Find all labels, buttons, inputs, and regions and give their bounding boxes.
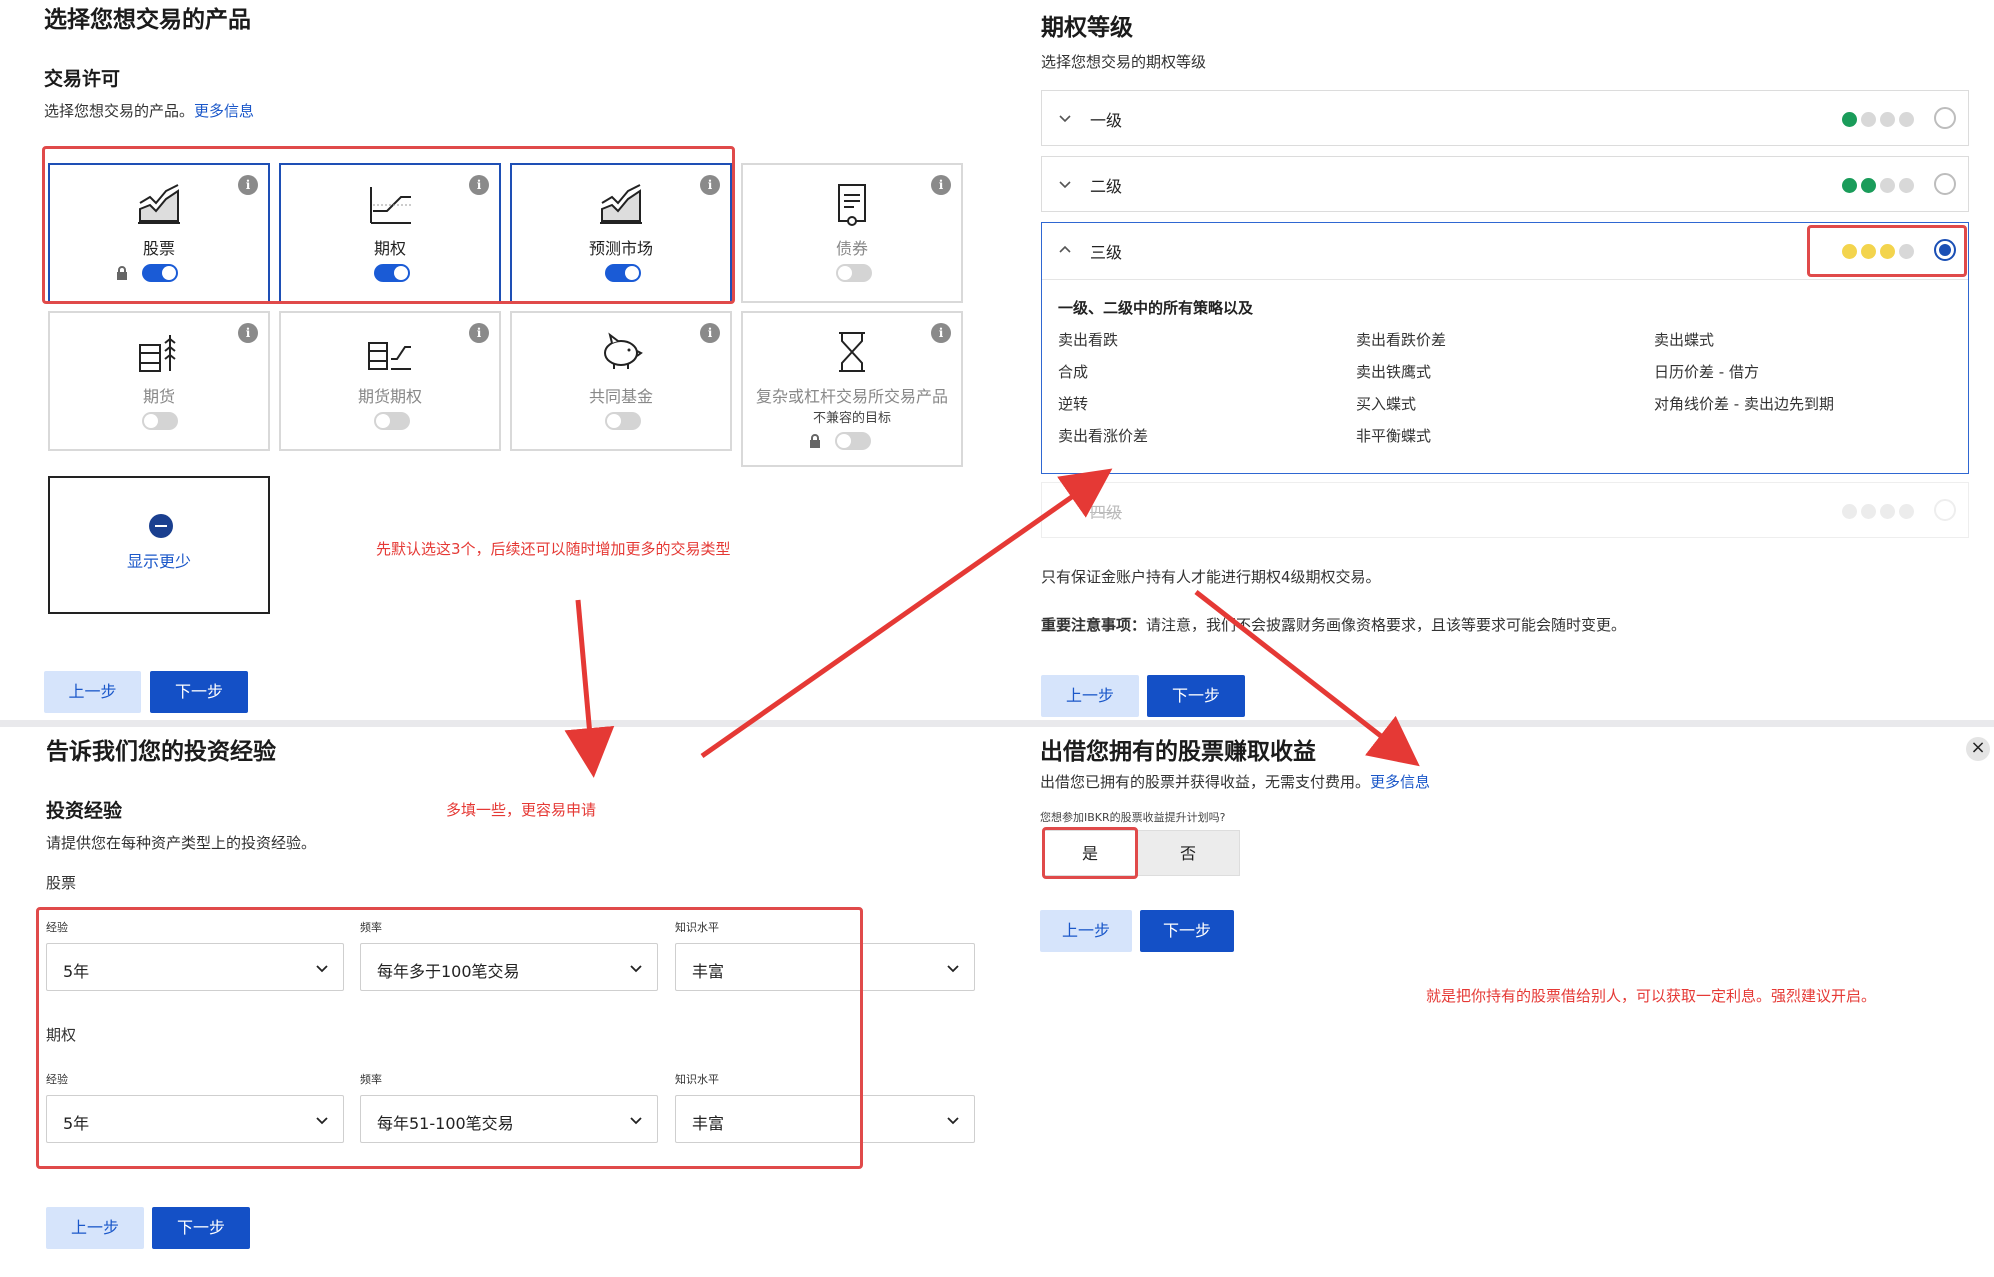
margin-note: 只有保证金账户持有人才能进行期权4级期权交易。 (1041, 568, 1381, 586)
prev-button[interactable]: 上一步 (1040, 910, 1132, 952)
trading-permissions-panel: 选择您想交易的产品 交易许可 选择您想交易的产品。更多信息 i 股票 i 期权 … (0, 0, 1005, 720)
annotation-box (1042, 827, 1138, 879)
next-button[interactable]: 下一步 (1147, 675, 1245, 717)
product-label: 期货 (142, 387, 175, 406)
section-title: 交易许可 (44, 68, 121, 90)
level-name: 一级 (1090, 111, 1123, 130)
strategy: 合成 (1058, 363, 1089, 381)
futures-options-icon (368, 342, 411, 370)
info-icon[interactable]: i (700, 323, 720, 343)
strategy: 非平衡蝶式 (1356, 427, 1432, 445)
mutual-funds-toggle[interactable] (605, 412, 641, 430)
futures-toggle[interactable] (142, 412, 178, 430)
level-row-2[interactable]: 二级 (1041, 156, 1969, 212)
next-button[interactable]: 下一步 (152, 1207, 250, 1249)
level-4-radio (1934, 499, 1956, 521)
page-title: 选择您想交易的产品 (44, 7, 251, 33)
section-title: 投资经验 (46, 800, 123, 822)
level-3-intro: 一级、二级中的所有策略以及 (1058, 299, 1254, 317)
section-desc: 请提供您在每种资产类型上的投资经验。 (46, 834, 317, 852)
product-card-complex-etp[interactable]: i 复杂或杠杆交易所交易产品 不兼容的目标 (741, 311, 963, 467)
info-icon[interactable]: i (931, 175, 951, 195)
bond-document-icon (838, 184, 866, 226)
show-less-label: 显示更少 (126, 552, 191, 571)
strategy: 日历价差 - 借方 (1654, 363, 1759, 381)
important-note: 重要注意事项：请注意，我们不会披露财务画像资格要求，且该等要求可能会随时变更。 (1041, 616, 1627, 634)
stock-yield-panel: 出借您拥有的股票赚取收益 × 出借您已拥有的股票并获得收益，无需支付费用。更多信… (1000, 727, 1994, 1277)
chevron-down-icon (1059, 181, 1071, 189)
annotation-box (42, 146, 735, 304)
strategy: 卖出看涨价差 (1058, 427, 1149, 445)
next-button[interactable]: 下一步 (150, 671, 248, 713)
section-desc: 选择您想交易的产品。更多信息 (44, 102, 255, 120)
complex-etp-toggle[interactable] (835, 432, 871, 450)
risk-dots (1842, 112, 1918, 131)
risk-dots (1842, 504, 1918, 523)
prev-button[interactable]: 上一步 (1041, 675, 1139, 717)
annotation-note: 就是把你持有的股票借给别人，可以获取一定利息。强烈建议开启。 (1426, 987, 1877, 1005)
chevron-down-icon (1059, 115, 1071, 123)
chevron-up-icon (1059, 245, 1071, 253)
next-button[interactable]: 下一步 (1140, 910, 1234, 952)
futures-options-toggle[interactable] (374, 412, 410, 430)
piggy-bank-icon (604, 332, 643, 369)
annotation-box (36, 907, 863, 1169)
level-2-radio[interactable] (1934, 173, 1956, 195)
options-level-panel: 期权等级 选择您想交易的期权等级 一级 二级 三级 一级、二级中的所有策略以及 … (1005, 0, 1994, 720)
info-icon[interactable]: i (931, 323, 951, 343)
strategy: 卖出蝶式 (1654, 331, 1715, 349)
show-less-card[interactable]: 显示更少 (48, 476, 270, 614)
level-name: 三级 (1090, 243, 1123, 262)
page-desc: 选择您想交易的期权等级 (1041, 53, 1207, 71)
info-icon[interactable]: i (469, 323, 489, 343)
more-info-link[interactable]: 更多信息 (1370, 773, 1430, 791)
product-card-mutual-funds[interactable]: i 共同基金 (510, 311, 732, 451)
prev-button[interactable]: 上一步 (44, 671, 141, 713)
close-icon[interactable]: × (1966, 737, 1990, 761)
lock-icon (810, 434, 820, 448)
annotation-note: 先默认选这3个，后续还可以随时增加更多的交易类型 (376, 540, 731, 558)
strategy: 卖出看跌价差 (1356, 331, 1447, 349)
level-1-radio[interactable] (1934, 107, 1956, 129)
annotation-note: 多填一些，更容易申请 (446, 801, 597, 819)
more-info-link[interactable]: 更多信息 (194, 102, 254, 120)
page-title: 期权等级 (1041, 15, 1133, 41)
level-row-4-disabled: 四级 (1041, 482, 1969, 538)
page-title: 告诉我们您的投资经验 (46, 739, 276, 765)
hourglass-icon (839, 332, 865, 372)
futures-barrel-wheat-icon (139, 335, 176, 372)
level-name: 二级 (1090, 177, 1123, 196)
product-label: 共同基金 (588, 387, 653, 406)
chevron-down-icon (947, 1117, 959, 1125)
strategy: 对角线价差 - 卖出边先到期 (1654, 395, 1834, 413)
asset-group-stocks: 股票 (46, 874, 77, 892)
product-label: 复杂或杠杆交易所交易产品 (755, 387, 948, 406)
annotation-box (1807, 225, 1967, 277)
level-row-1[interactable]: 一级 (1041, 90, 1969, 146)
bonds-toggle[interactable] (836, 264, 872, 282)
risk-dots (1842, 178, 1918, 197)
page-title: 出借您拥有的股票赚取收益 (1040, 739, 1316, 765)
divider (1042, 279, 1968, 280)
prev-button[interactable]: 上一步 (46, 1207, 144, 1249)
page-desc: 出借您已拥有的股票并获得收益，无需支付费用。更多信息 (1040, 773, 1431, 791)
collapse-icon (149, 514, 173, 538)
strategy: 卖出看跌 (1058, 331, 1119, 349)
incompatible-note: 不兼容的目标 (812, 411, 891, 426)
product-label: 期货期权 (357, 387, 422, 406)
enroll-question: 您想参加IBKR的股票收益提升计划吗? (1040, 811, 1226, 824)
strategy: 卖出铁鹰式 (1356, 363, 1432, 381)
investment-experience-panel: 告诉我们您的投资经验 投资经验 多填一些，更容易申请 请提供您在每种资产类型上的… (0, 727, 1000, 1277)
product-card-bonds[interactable]: i 债券 (741, 163, 963, 303)
level-name: 四级 (1090, 503, 1123, 522)
product-card-futures-options[interactable]: i 期货期权 (279, 311, 501, 451)
product-card-futures[interactable]: i 期货 (48, 311, 270, 451)
chevron-down-icon (947, 965, 959, 973)
info-icon[interactable]: i (238, 323, 258, 343)
product-label: 债券 (835, 239, 868, 258)
strategy: 买入蝶式 (1356, 395, 1417, 413)
strategy: 逆转 (1058, 395, 1089, 413)
no-option[interactable]: 否 (1136, 830, 1240, 876)
